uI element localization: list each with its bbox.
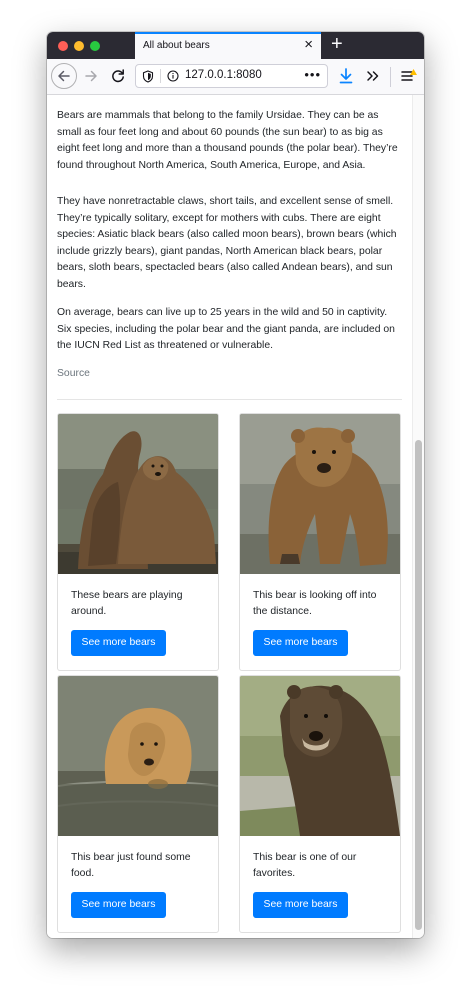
forward-arrow-icon bbox=[85, 70, 97, 82]
card-caption: This bear is looking off into the distan… bbox=[253, 590, 377, 617]
page-content: Bears are mammals that belong to the fam… bbox=[47, 95, 412, 938]
back-button[interactable] bbox=[51, 63, 77, 89]
see-more-bears-button[interactable]: See more bears bbox=[71, 630, 166, 656]
card-caption: This bear is one of our favorites. bbox=[253, 852, 357, 879]
double-chevron-icon bbox=[367, 71, 379, 81]
toolbar-separator bbox=[390, 67, 391, 87]
close-window-button[interactable] bbox=[58, 41, 68, 51]
download-arrow-icon bbox=[339, 68, 353, 84]
bear-card: This bear is looking off into the distan… bbox=[239, 413, 401, 671]
see-more-bears-button[interactable]: See more bears bbox=[253, 892, 348, 918]
new-tab-plus-icon[interactable]: + bbox=[331, 33, 343, 55]
shield-icon[interactable] bbox=[142, 70, 154, 83]
card-caption: This bear just found some food. bbox=[71, 852, 191, 879]
bear-card: This bear just found some food. See more… bbox=[57, 675, 219, 933]
card-caption: These bears are playing around. bbox=[71, 590, 183, 617]
article-paragraph-1: Bears are mammals that belong to the fam… bbox=[57, 110, 398, 171]
reload-icon bbox=[112, 69, 124, 83]
tab-title: All about bears bbox=[143, 40, 210, 51]
tab-strip: All about bears × + bbox=[47, 32, 424, 59]
info-icon[interactable] bbox=[167, 70, 179, 82]
reload-button[interactable] bbox=[106, 64, 130, 88]
ellipsis-icon[interactable]: ••• bbox=[304, 67, 321, 82]
see-more-bears-button[interactable]: See more bears bbox=[253, 630, 348, 656]
tab-close-icon[interactable]: × bbox=[304, 37, 313, 53]
see-more-bears-button[interactable]: See more bears bbox=[71, 892, 166, 918]
vertical-scrollbar[interactable] bbox=[412, 95, 424, 938]
navigation-toolbar: 127.0.0.1:8080 ••• bbox=[47, 59, 424, 95]
bear-card: This bear is one of our favorites. See m… bbox=[239, 675, 401, 933]
article-paragraph-2: They have nonretractable claws, short ta… bbox=[57, 196, 397, 290]
bear-in-water-photo bbox=[58, 676, 218, 836]
address-bar[interactable]: 127.0.0.1:8080 ••• bbox=[135, 64, 328, 88]
hamburger-menu-icon bbox=[401, 69, 417, 81]
two-bears-playing-photo bbox=[58, 414, 218, 574]
downloads-button[interactable] bbox=[334, 64, 358, 88]
bear-card: These bears are playing around. See more… bbox=[57, 413, 219, 671]
url-text[interactable]: 127.0.0.1:8080 bbox=[185, 69, 262, 81]
section-divider bbox=[57, 399, 402, 400]
dark-bear-portrait-photo bbox=[240, 676, 400, 836]
overflow-toolbar-button[interactable] bbox=[361, 64, 385, 88]
scrollbar-thumb[interactable] bbox=[415, 440, 422, 930]
back-arrow-icon bbox=[58, 70, 70, 82]
tab-all-about-bears[interactable]: All about bears × bbox=[135, 32, 321, 59]
bear-standing-photo bbox=[240, 414, 400, 574]
zoom-window-button[interactable] bbox=[90, 41, 100, 51]
source-link[interactable]: Source bbox=[57, 368, 90, 379]
address-bar-divider bbox=[160, 69, 161, 83]
app-menu-button[interactable] bbox=[396, 64, 420, 88]
browser-window: All about bears × + 127.0.0.1:8080 ••• B… bbox=[47, 32, 424, 938]
forward-button[interactable] bbox=[80, 64, 104, 88]
desktop-background: All about bears × + 127.0.0.1:8080 ••• B… bbox=[0, 0, 471, 1000]
minimize-window-button[interactable] bbox=[74, 41, 84, 51]
article-paragraph-3: On average, bears can live up to 25 year… bbox=[57, 307, 395, 352]
